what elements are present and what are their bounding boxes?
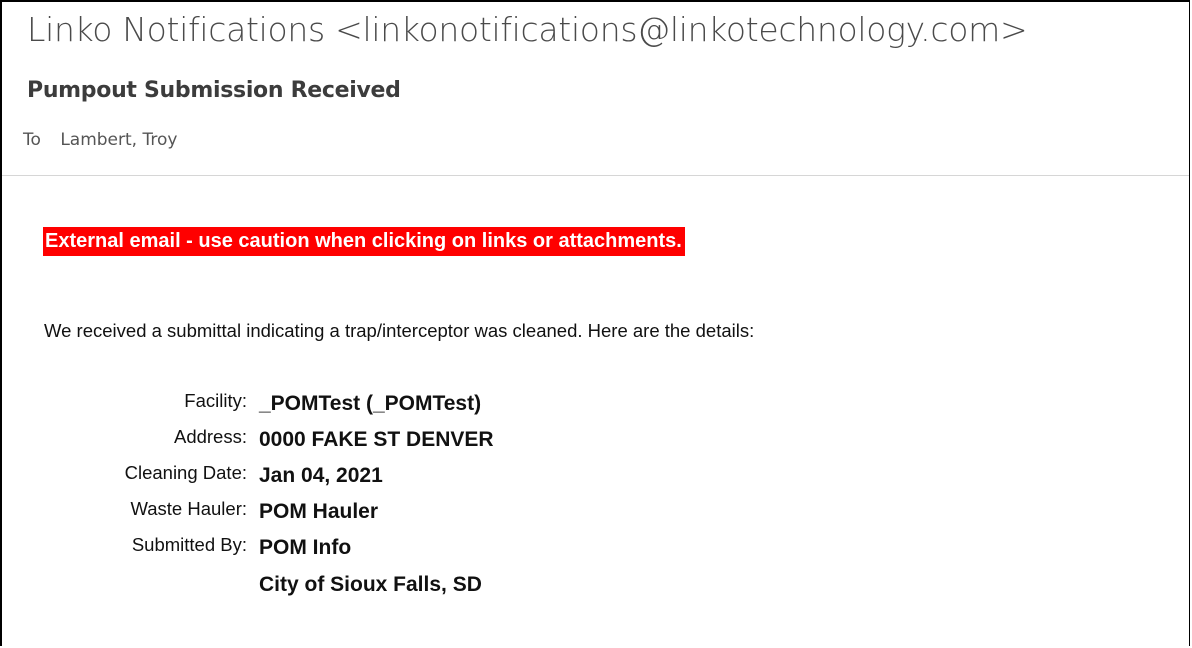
detail-label: Facility: bbox=[184, 390, 247, 411]
email-reading-pane: Linko Notifications <linkonotifications@… bbox=[0, 0, 1190, 646]
detail-label: Address: bbox=[173, 426, 247, 447]
detail-value: POM Hauler bbox=[259, 500, 379, 523]
sender-name[interactable]: Linko Notifications <linkonotifications@… bbox=[27, 10, 1028, 49]
detail-value: POM Info bbox=[259, 536, 352, 559]
recipient-line: To Lambert, Troy bbox=[23, 130, 177, 150]
detail-value: Jan 04, 2021 bbox=[259, 464, 383, 487]
detail-value-line2: City of Sioux Falls, SD bbox=[259, 573, 482, 596]
detail-value: 0000 FAKE ST DENVER bbox=[259, 428, 494, 451]
detail-label: Waste Hauler: bbox=[130, 498, 247, 519]
to-label: To bbox=[23, 130, 41, 150]
detail-value: _POMTest (_POMTest) bbox=[259, 392, 482, 415]
header-divider bbox=[2, 175, 1189, 176]
intro-text: We received a submittal indicating a tra… bbox=[44, 320, 755, 341]
detail-label: Cleaning Date: bbox=[124, 462, 247, 483]
email-subject: Pumpout Submission Received bbox=[27, 78, 401, 103]
recipient-name[interactable]: Lambert, Troy bbox=[60, 130, 177, 150]
detail-label: Submitted By: bbox=[131, 534, 247, 555]
external-email-warning-banner: External email - use caution when clicki… bbox=[43, 227, 685, 256]
